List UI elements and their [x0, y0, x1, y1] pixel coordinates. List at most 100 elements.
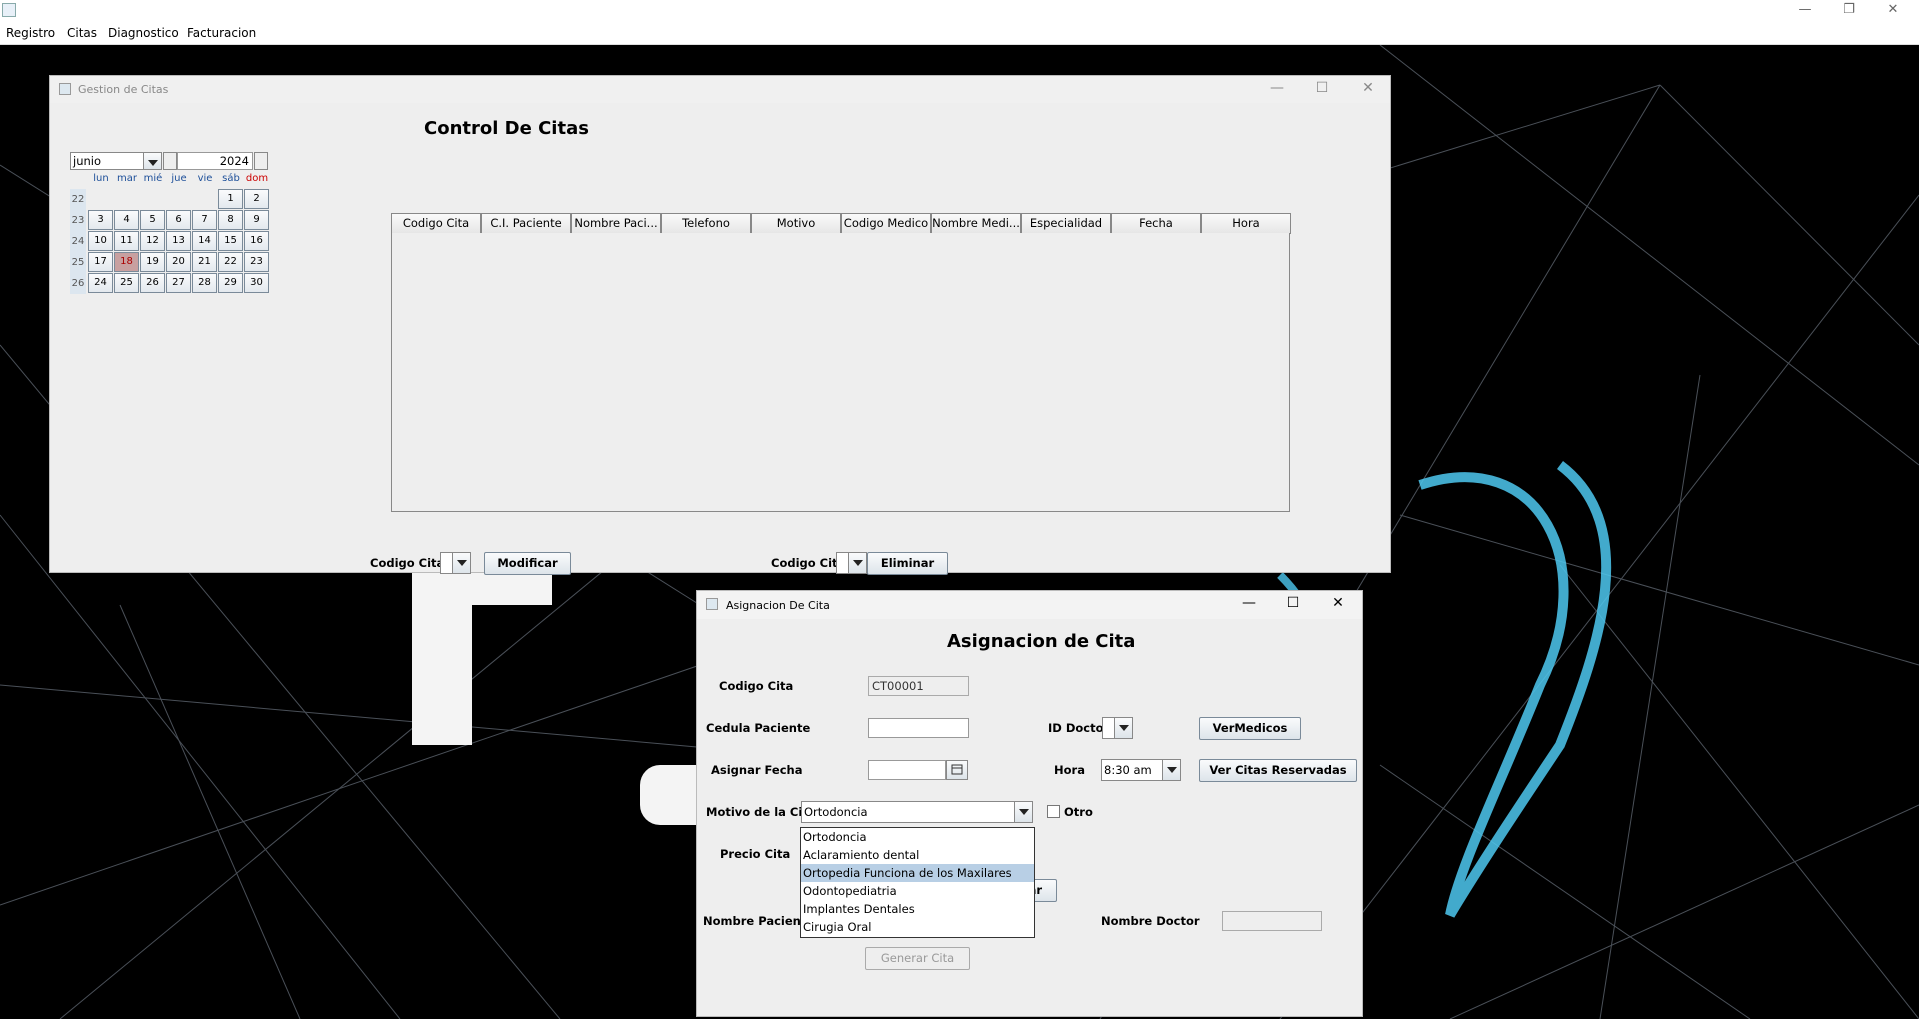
citas-table-body[interactable]: [391, 233, 1290, 512]
calendar-day-button[interactable]: 14: [192, 231, 217, 251]
calendar-day-button[interactable]: 12: [140, 231, 165, 251]
modify-codigo-select[interactable]: [440, 552, 471, 574]
calendar-day-button[interactable]: 7: [192, 210, 217, 230]
calendar-day-button[interactable]: 13: [166, 231, 191, 251]
calendar-day-button[interactable]: 16: [244, 231, 269, 251]
table-column-header[interactable]: Fecha: [1111, 213, 1201, 234]
calendar-day-button[interactable]: 15: [218, 231, 243, 251]
motivo-option[interactable]: Ortodoncia: [801, 828, 1034, 846]
motivo-option-highlighted[interactable]: Ortopedia Funciona de los Maxilares: [801, 864, 1034, 882]
maximize-button[interactable]: ❐: [1834, 2, 1864, 17]
calendar-day-button[interactable]: 26: [140, 273, 165, 293]
motivo-option[interactable]: Odontopediatria: [801, 882, 1034, 900]
asignacion-heading: Asignacion de Cita: [947, 631, 1136, 652]
close-button[interactable]: ✕: [1878, 2, 1908, 17]
asignacion-cita-window: Asignacion De Cita — ☐ ✕ Asignacion de C…: [696, 590, 1363, 1017]
asignar-fecha-field[interactable]: [868, 760, 946, 780]
menu-citas[interactable]: Citas: [67, 26, 97, 40]
week-number: 22: [70, 189, 86, 210]
chevron-down-icon[interactable]: [1162, 760, 1180, 780]
calendar-day-button[interactable]: 29: [218, 273, 243, 293]
ver-medicos-button[interactable]: VerMedicos: [1199, 717, 1301, 740]
codigo-cita-field[interactable]: CT00001: [868, 676, 969, 696]
calendar-day-button[interactable]: 24: [88, 273, 113, 293]
gestion-title-bar: Gestion de Citas — ☐ ✕: [50, 76, 1390, 103]
month-spinner[interactable]: [163, 152, 177, 170]
gestion-minimize-button[interactable]: —: [1262, 80, 1292, 96]
hora-select[interactable]: 8:30 am: [1101, 759, 1181, 781]
delete-codigo-select[interactable]: [836, 552, 867, 574]
asignacion-minimize-button[interactable]: —: [1234, 595, 1264, 611]
calendar-month-select[interactable]: junio: [70, 152, 162, 170]
chevron-down-icon[interactable]: [452, 553, 470, 573]
calendar-day-button[interactable]: 30: [244, 273, 269, 293]
calendar-day-button[interactable]: 28: [192, 273, 217, 293]
chevron-down-icon[interactable]: [1014, 802, 1032, 822]
table-column-header[interactable]: Motivo: [751, 213, 841, 234]
hora-value: 8:30 am: [1104, 763, 1152, 777]
gestion-maximize-button[interactable]: ☐: [1307, 80, 1337, 96]
menu-facturacion[interactable]: Facturacion: [187, 26, 256, 40]
calendar-day-button[interactable]: 19: [140, 252, 165, 272]
minimize-button[interactable]: —: [1790, 2, 1820, 17]
table-column-header[interactable]: Codigo Cita: [391, 213, 481, 234]
calendar-day-button[interactable]: 5: [140, 210, 165, 230]
motivo-option[interactable]: Aclaramiento dental: [801, 846, 1034, 864]
calendar-day-button[interactable]: 9: [244, 210, 269, 230]
calendar-year-field[interactable]: 2024: [177, 152, 253, 170]
year-spinner[interactable]: [254, 152, 268, 170]
calendar-day-button[interactable]: 11: [114, 231, 139, 251]
delete-codigo-label: Codigo Cita: [771, 556, 846, 570]
calendar-day-button[interactable]: 3: [88, 210, 113, 230]
motivo-dropdown-list[interactable]: Ortodoncia Aclaramiento dental Ortopedia…: [800, 827, 1035, 938]
motivo-option[interactable]: Implantes Dentales: [801, 900, 1034, 918]
otro-checkbox[interactable]: [1047, 805, 1060, 818]
modificar-button[interactable]: Modificar: [484, 552, 571, 575]
calendar-icon[interactable]: [946, 760, 968, 780]
calendar-day-button[interactable]: 4: [114, 210, 139, 230]
calendar-day-button[interactable]: 2: [244, 189, 269, 209]
asignar-fecha-label: Asignar Fecha: [711, 763, 803, 777]
motivo-option[interactable]: Cirugia Oral: [801, 918, 1034, 936]
gestion-window-title: Gestion de Citas: [78, 83, 169, 96]
calendar-day-button[interactable]: 27: [166, 273, 191, 293]
eliminar-button[interactable]: Eliminar: [867, 552, 948, 575]
calendar-day-button[interactable]: 1: [218, 189, 243, 209]
calendar-day-button[interactable]: 22: [218, 252, 243, 272]
table-column-header[interactable]: Especialidad: [1021, 213, 1111, 234]
hora-label: Hora: [1054, 763, 1085, 777]
cedula-paciente-field[interactable]: [868, 718, 969, 738]
calendar-day-button[interactable]: 18: [114, 252, 139, 272]
calendar-day-button[interactable]: 21: [192, 252, 217, 272]
day-header: mié: [143, 173, 163, 184]
nombre-paciente-label: Nombre Paciente: [703, 914, 815, 928]
codigo-cita-label: Codigo Cita: [719, 679, 794, 693]
chevron-down-icon[interactable]: [848, 553, 866, 573]
calendar-day-button[interactable]: 10: [88, 231, 113, 251]
calendar-day-button[interactable]: 17: [88, 252, 113, 272]
table-column-header[interactable]: Codigo Medico: [841, 213, 931, 234]
java-window-icon: [59, 83, 71, 95]
menu-registro[interactable]: Registro: [6, 26, 55, 40]
nombre-doctor-field[interactable]: [1222, 911, 1322, 931]
table-column-header[interactable]: Nombre Medi...: [931, 213, 1021, 234]
chevron-down-icon[interactable]: [143, 153, 161, 169]
calendar-day-button[interactable]: 6: [166, 210, 191, 230]
table-column-header[interactable]: C.I. Paciente: [481, 213, 571, 234]
table-column-header[interactable]: Nombre Paci...: [571, 213, 661, 234]
motivo-cita-select[interactable]: Ortodoncia: [801, 801, 1033, 823]
calendar-day-button[interactable]: 20: [166, 252, 191, 272]
asignacion-maximize-button[interactable]: ☐: [1278, 595, 1308, 611]
table-column-header[interactable]: Telefono: [661, 213, 751, 234]
calendar-day-button[interactable]: 8: [218, 210, 243, 230]
id-doctor-select[interactable]: [1102, 717, 1133, 739]
generar-cita-button[interactable]: Generar Cita: [865, 947, 970, 970]
asignacion-close-button[interactable]: ✕: [1323, 595, 1353, 611]
table-column-header[interactable]: Hora: [1201, 213, 1291, 234]
menu-diagnostico[interactable]: Diagnostico: [108, 26, 179, 40]
ver-citas-reservadas-button[interactable]: Ver Citas Reservadas: [1199, 759, 1357, 782]
calendar-day-button[interactable]: 23: [244, 252, 269, 272]
gestion-close-button[interactable]: ✕: [1353, 80, 1383, 96]
calendar-day-button[interactable]: 25: [114, 273, 139, 293]
chevron-down-icon[interactable]: [1114, 718, 1132, 738]
